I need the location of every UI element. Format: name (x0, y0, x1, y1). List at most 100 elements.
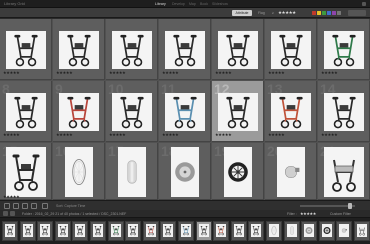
filmstrip-thumbnail[interactable] (37, 221, 54, 241)
thumbnail-image[interactable] (65, 147, 93, 197)
grid-cell[interactable]: 16 (53, 143, 105, 200)
star-rating[interactable]: ★★★★★ (109, 71, 126, 75)
grid-cell[interactable]: 15 ★★★★★ (0, 143, 52, 200)
thumbnail-image[interactable] (112, 93, 152, 131)
thumbnail-image[interactable] (59, 31, 99, 69)
thumbnail-image[interactable] (277, 147, 305, 197)
star-rating[interactable]: ★★★★★ (3, 195, 20, 199)
color-label-swatch[interactable] (317, 11, 321, 15)
thumbnail-image[interactable] (224, 147, 252, 197)
star-rating[interactable]: ★★★★★ (56, 71, 73, 75)
thumbnail-image[interactable] (112, 31, 152, 69)
color-label-swatch[interactable] (327, 11, 331, 15)
grid-cell[interactable]: ★★★★★ (265, 19, 317, 80)
thumbnail-image[interactable] (271, 93, 311, 131)
star-rating[interactable]: ★★★★★ (3, 133, 20, 137)
grid-cell[interactable]: 8 ★★★★★ (0, 81, 52, 142)
filmstrip-thumbnail[interactable] (54, 221, 71, 241)
star-rating[interactable]: ★★★★★ (109, 133, 126, 137)
thumbnail-image[interactable] (271, 31, 311, 69)
grid-cell[interactable]: 21 (318, 143, 370, 200)
thumbnail-image[interactable] (218, 31, 258, 69)
painter-icon[interactable] (42, 203, 48, 209)
grid-cell[interactable]: 9 ★★★★★ (53, 81, 105, 142)
filmstrip-thumbnail[interactable] (72, 221, 89, 241)
back-arrow-icon[interactable] (3, 211, 8, 216)
thumbnail-image[interactable] (6, 93, 46, 131)
thumbnail-image[interactable] (324, 147, 364, 197)
rating-operator[interactable]: ≥ (272, 8, 274, 18)
filmstrip-thumbnail[interactable] (107, 221, 124, 241)
slider-thumb[interactable] (348, 203, 352, 209)
thumbnail-image[interactable] (165, 31, 205, 69)
filmstrip-thumbnail[interactable] (336, 221, 353, 241)
grid-cell[interactable]: 13 ★★★★★ (265, 81, 317, 142)
filmstrip-thumbnail[interactable] (318, 221, 335, 241)
attribute-filter-tab[interactable]: Attribute (232, 10, 252, 16)
grid-cell[interactable]: ★★★★★ (159, 19, 211, 80)
grid-cell[interactable]: 17 (106, 143, 158, 200)
grid-cell[interactable]: 10 ★★★★★ (106, 81, 158, 142)
module-develop[interactable]: Develop (172, 0, 185, 8)
grid-view-icon[interactable] (4, 203, 10, 209)
star-rating[interactable]: ★★★★★ (321, 71, 338, 75)
color-label-swatch[interactable] (322, 11, 326, 15)
module-book[interactable]: Book (200, 0, 208, 8)
filmstrip-thumbnail[interactable] (195, 221, 212, 241)
filmstrip-filter-preset[interactable]: Custom Filter (330, 210, 351, 218)
star-rating[interactable]: ★★★★★ (56, 133, 73, 137)
module-slideshow[interactable]: Slideshow (212, 0, 228, 8)
color-label-swatch[interactable] (337, 11, 341, 15)
filmstrip-thumbnail[interactable] (213, 221, 230, 241)
star-rating[interactable]: ★★★★★ (268, 133, 285, 137)
filmstrip-rating-filter[interactable]: ★★★★★ (300, 210, 316, 218)
filmstrip-thumbnail[interactable] (142, 221, 159, 241)
thumbnail-image[interactable] (6, 147, 46, 197)
star-rating[interactable]: ★★★★★ (215, 133, 232, 137)
thumbnail-image[interactable] (59, 93, 99, 131)
thumbnail-image[interactable] (324, 31, 364, 69)
loupe-view-icon[interactable] (13, 203, 19, 209)
filmstrip-thumbnail[interactable] (283, 221, 300, 241)
filmstrip-thumbnail[interactable] (266, 221, 282, 241)
grid-cell[interactable]: 11 ★★★★★ (159, 81, 211, 142)
filmstrip-thumbnail[interactable] (301, 221, 318, 241)
survey-view-icon[interactable] (31, 203, 37, 209)
thumbnail-image[interactable] (218, 93, 258, 131)
star-rating[interactable]: ★★★★★ (321, 133, 338, 137)
filmstrip-thumbnail[interactable] (125, 221, 142, 241)
star-rating[interactable]: ★★★★★ (3, 71, 20, 75)
forward-arrow-icon[interactable] (10, 211, 15, 216)
thumbnail-image[interactable] (118, 147, 146, 197)
filmstrip-thumbnail[interactable] (160, 221, 177, 241)
filmstrip-source[interactable]: Folder : 2016_02_29 21 of 40 photos / 1 … (22, 210, 126, 218)
grid-cell[interactable]: ★★★★★ (0, 19, 52, 80)
grid-cell[interactable]: 20 (265, 143, 317, 200)
star-rating[interactable]: ★★★★★ (268, 71, 285, 75)
filmstrip-thumbnail[interactable] (90, 221, 106, 241)
filmstrip-thumbnail[interactable] (2, 221, 18, 241)
star-rating[interactable]: ★★★★★ (162, 133, 179, 137)
module-library[interactable]: Library (155, 0, 166, 8)
color-label-swatch[interactable] (332, 11, 336, 15)
filmstrip-thumbnail[interactable] (19, 221, 36, 241)
grid-cell[interactable]: 18 (159, 143, 211, 200)
thumbnail-size-slider[interactable] (300, 203, 355, 209)
filter-preset-dropdown[interactable] (348, 10, 366, 16)
grid-cell[interactable]: ★★★★★ (106, 19, 158, 80)
filmstrip-thumbnail[interactable] (230, 221, 247, 241)
filmstrip-thumbnail[interactable] (178, 221, 194, 241)
thumbnail-image[interactable] (165, 93, 205, 131)
grid-cell[interactable]: 19 (212, 143, 264, 200)
close-icon[interactable] (362, 2, 366, 6)
module-map[interactable]: Map (189, 0, 196, 8)
color-label-swatch[interactable] (312, 11, 316, 15)
thumbnail-image[interactable] (6, 31, 46, 69)
grid-cell[interactable]: ★★★★★ (318, 19, 370, 80)
star-rating[interactable]: ★★★★★ (215, 71, 232, 75)
thumbnail-image[interactable] (324, 93, 364, 131)
compare-view-icon[interactable] (22, 203, 28, 209)
thumbnail-image[interactable] (171, 147, 199, 197)
grid-cell[interactable]: ★★★★★ (212, 19, 264, 80)
grid-cell[interactable]: ★★★★★ (53, 19, 105, 80)
